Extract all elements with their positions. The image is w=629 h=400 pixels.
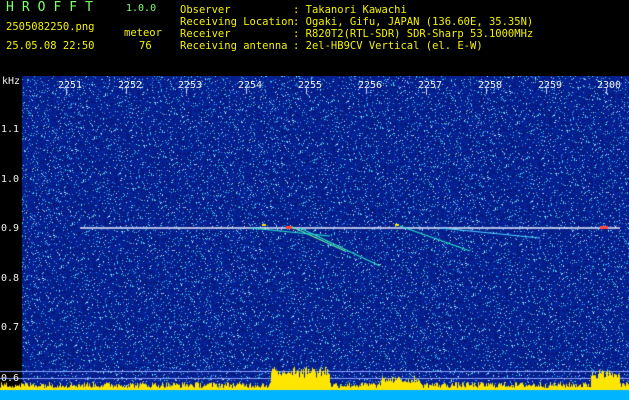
x-tick-label: 2259 (538, 80, 563, 91)
y-axis-unit: kHz (2, 76, 21, 87)
y-tick-label: 0.6 (1, 373, 20, 384)
y-tick-label: 0.9 (1, 223, 20, 234)
y-tick-label: 1.0 (1, 174, 20, 185)
x-tick-label: 2300 (597, 80, 622, 91)
observer-label: Observer (180, 4, 231, 16)
x-tick-label: 2255 (298, 80, 323, 91)
location-label: Receiving Location (180, 16, 294, 28)
header-panel: HROFFT 1.0.0 2505082250.png meteor 25.05… (0, 0, 629, 76)
x-tick-label: 2258 (478, 80, 503, 91)
observer-value: : Takanori Kawachi (293, 4, 407, 16)
spectrogram-canvas (0, 76, 629, 400)
x-tick-label: 2252 (118, 80, 143, 91)
receiver-label: Receiver (180, 28, 231, 40)
date-time: 25.05.08 22:50 (6, 40, 95, 52)
y-tick-label: 0.7 (1, 322, 20, 333)
meteor-count: 76 (139, 40, 152, 52)
app-logo: HROFFT (6, 0, 101, 15)
receiver-value: : R820T2(RTL-SDR) SDR-Sharp 53.1000MHz (293, 28, 534, 40)
y-tick-label: 1.1 (1, 124, 20, 135)
x-tick-label: 2253 (178, 80, 203, 91)
y-tick-label: 0.8 (1, 273, 20, 284)
x-tick-label: 2257 (418, 80, 443, 91)
meteor-label: meteor (124, 27, 162, 39)
x-tick-label: 2256 (358, 80, 383, 91)
location-value: : Ogaki, Gifu, JAPAN (136.60E, 35.35N) (293, 16, 534, 28)
x-tick-label: 2254 (238, 80, 263, 91)
file-name: 2505082250.png (6, 21, 95, 33)
x-tick-label: 2251 (58, 80, 83, 91)
antenna-label: Receiving antenna (180, 40, 288, 52)
app-version: 1.0.0 (126, 3, 157, 14)
antenna-value: : 2el-HB9CV Vertical (el. E-W) (293, 40, 483, 52)
